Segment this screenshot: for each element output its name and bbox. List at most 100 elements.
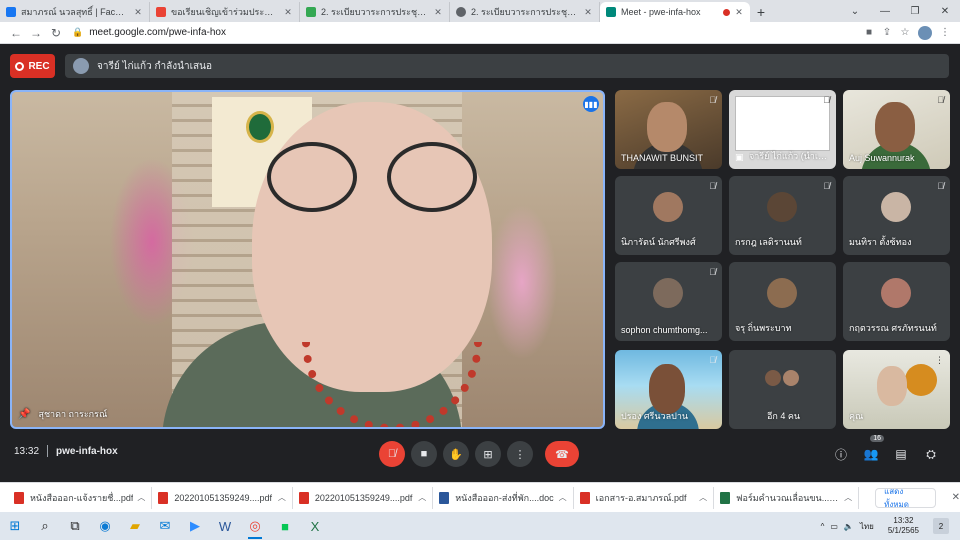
language-indicator[interactable]: ไทย xyxy=(860,520,874,533)
task-view-icon[interactable]: ⧉ xyxy=(60,512,90,540)
camera-button[interactable]: ■ xyxy=(411,441,437,467)
file-explorer-icon[interactable]: ▰ xyxy=(120,512,150,540)
pdf-file-icon xyxy=(14,491,24,504)
tab-drive[interactable]: 2. ระเบียบวาระการประชุมคณะกรรมการ ✕ xyxy=(300,2,450,22)
recording-indicator-icon xyxy=(723,8,730,16)
participant-tile[interactable]: 🎙̸ จารีย์ ไก่แก้ว (นำเสนอ) ▣ xyxy=(729,90,836,169)
self-view-tile[interactable]: ⋮ คุณ xyxy=(843,350,950,429)
logo-sticker xyxy=(905,364,937,396)
notification-center-button[interactable]: 2 xyxy=(933,518,949,534)
share-icon[interactable]: ⇪ xyxy=(878,24,896,42)
meet-icon xyxy=(606,7,616,17)
download-item[interactable]: เอกสาร-อ.สมาภรณ์.pdf ︿ xyxy=(574,486,715,509)
menu-kebab-icon[interactable]: ⋮ xyxy=(936,24,954,42)
volume-icon[interactable]: 🔈 xyxy=(844,522,854,531)
system-tray: ^ ▭ 🔈 ไทย 13:32 5/1/2565 2 xyxy=(818,512,952,540)
participant-tile[interactable]: 🎙̸ Auj Suwannurak xyxy=(843,90,950,169)
lock-icon[interactable]: 🔒 xyxy=(72,27,83,38)
chevron-up-icon[interactable]: ︿ xyxy=(699,492,707,503)
taskbar-clock[interactable]: 13:32 5/1/2565 xyxy=(885,516,922,536)
profile-avatar[interactable] xyxy=(918,25,932,40)
close-downloads-icon[interactable]: ✕ xyxy=(952,492,960,503)
bookmark-star-icon[interactable]: ☆ xyxy=(896,24,914,42)
chevron-up-icon[interactable]: ︿ xyxy=(278,492,286,503)
chevron-up-icon[interactable]: ︿ xyxy=(137,492,145,503)
present-screen-button[interactable]: ⊞ xyxy=(475,441,501,467)
forward-icon[interactable]: → xyxy=(26,24,46,42)
close-window-icon[interactable]: ✕ xyxy=(930,0,960,22)
chrome-icon[interactable]: ◎ xyxy=(240,512,270,540)
close-icon[interactable]: ✕ xyxy=(283,7,293,18)
tab-gmail[interactable]: ขอเรียนเชิญเข้าร่วมประชุมคณะกรรมการ ✕ xyxy=(150,2,300,22)
reload-icon[interactable]: ↻ xyxy=(46,24,66,42)
mail-icon[interactable]: ✉ xyxy=(150,512,180,540)
participant-tile[interactable]: 🎙̸ ปรอง ศรีนวลปาน xyxy=(615,350,722,429)
participant-tile[interactable]: 🎙̸ กรกฎ เลดิรานนท์ xyxy=(729,176,836,255)
participant-face xyxy=(649,364,685,414)
participant-face xyxy=(877,366,907,406)
word-icon[interactable]: W xyxy=(210,512,240,540)
speaking-indicator-icon: ▮▮▮ xyxy=(583,96,599,112)
meeting-side-controls: ⓘ 👥 16 ▤ ⛭ xyxy=(826,435,946,465)
participant-tile[interactable]: 🎙̸ นิภารัตน์ นักศรีพงศ์ xyxy=(615,176,722,255)
main-speaker-name: 📌 สุชาดา ถาระกรณ์ xyxy=(18,408,108,420)
close-icon[interactable]: ✕ xyxy=(133,7,143,18)
tab-search-icon[interactable]: ⌄ xyxy=(840,0,870,22)
leave-call-button[interactable]: ☎ xyxy=(545,441,579,467)
search-icon[interactable]: ⌕ xyxy=(30,512,60,540)
back-icon[interactable]: ← xyxy=(6,24,26,42)
recording-button[interactable]: REC xyxy=(10,54,55,78)
url-text[interactable]: meet.google.com/pwe-infa-hox xyxy=(89,27,226,38)
tab-meet[interactable]: Meet - pwe-infa-hox ✕ xyxy=(600,2,750,22)
new-tab-button[interactable]: + xyxy=(750,2,772,22)
main-speaker-tile[interactable]: ▮▮▮ 📌 สุชาดา ถาระกรณ์ xyxy=(10,90,605,429)
chevron-up-icon[interactable]: ︿ xyxy=(418,492,426,503)
chevron-up-icon[interactable]: ︿ xyxy=(844,492,852,503)
participant-tile[interactable]: กฤตวรรณ ศรภัทรนนท์ xyxy=(843,262,950,341)
tab-facebook[interactable]: สมาภรณ์ นวลสุทธิ์ | Facebook ✕ xyxy=(0,2,150,22)
download-item[interactable]: ฟอร์มคำนวณเลื่อนขน....xlsx ︿ xyxy=(714,486,860,509)
close-icon[interactable]: ✕ xyxy=(583,7,593,18)
more-participants-tile[interactable]: อีก 4 คน xyxy=(729,350,836,429)
line-icon[interactable]: ■ xyxy=(270,512,300,540)
excel-icon[interactable]: X xyxy=(300,512,330,540)
chevron-up-icon[interactable]: ︿ xyxy=(559,492,567,503)
windows-start-icon[interactable]: ⊞ xyxy=(0,512,30,540)
download-item[interactable]: หนังสือออก-ส่งที่พัก....doc ︿ xyxy=(433,486,574,509)
mic-off-button[interactable]: 🎙̸ xyxy=(379,441,405,467)
participant-tile[interactable]: 🎙̸ มนทิรา ตั้งซ้ทอง xyxy=(843,176,950,255)
close-icon[interactable]: ✕ xyxy=(734,7,744,18)
download-item[interactable]: หนังสือออก-แจ้งรายชื่...pdf ︿ xyxy=(8,486,153,509)
raise-hand-button[interactable]: ✋ xyxy=(443,441,469,467)
camera-permission-icon[interactable]: ■ xyxy=(860,24,878,42)
show-all-downloads-button[interactable]: แสดงทั้งหมด xyxy=(875,487,936,509)
download-item[interactable]: 202201051359249....pdf ︿ xyxy=(293,486,434,509)
close-icon[interactable]: ✕ xyxy=(433,7,443,18)
meeting-time: 13:32 xyxy=(14,445,40,457)
chat-button[interactable]: ▤ xyxy=(886,443,916,465)
participant-tile[interactable]: 🎙̸ THANAWIT BUNSIT xyxy=(615,90,722,169)
mic-off-icon: 🎙̸ xyxy=(709,95,716,105)
presenter-text: จารีย์ ไก่แก้ว กำลังนำเสนอ xyxy=(97,60,212,72)
tray-overflow-icon[interactable]: ^ xyxy=(821,522,825,531)
participant-face xyxy=(875,102,915,152)
minimize-icon[interactable]: — xyxy=(870,0,900,22)
activities-button[interactable]: ⛭ xyxy=(916,443,946,465)
tab-web-document[interactable]: 2. ระเบียบวาระการประชุมคณะกรรมการ ✕ xyxy=(450,2,600,22)
presenter-banner[interactable]: จารีย์ ไก่แก้ว กำลังนำเสนอ xyxy=(65,54,949,78)
participant-tile[interactable]: 🎙̸ sophon chumthomg... xyxy=(615,262,722,341)
download-item[interactable]: 202201051359249....pdf ︿ xyxy=(152,486,293,509)
network-icon[interactable]: ▭ xyxy=(830,522,838,531)
edge-icon[interactable]: ◉ xyxy=(90,512,120,540)
drive-icon xyxy=(306,7,316,17)
meeting-details-button[interactable]: ⓘ xyxy=(826,443,856,465)
pin-icon[interactable]: 📌 xyxy=(18,409,30,420)
maximize-icon[interactable]: ❐ xyxy=(900,0,930,22)
zoom-icon[interactable]: ▶ xyxy=(180,512,210,540)
participants-button[interactable]: 👥 16 xyxy=(856,435,886,465)
more-options-icon[interactable]: ⋮ xyxy=(935,355,944,366)
tab-label: Meet - pwe-infa-hox xyxy=(621,7,701,17)
address-bar[interactable]: 🔒 meet.google.com/pwe-infa-hox xyxy=(72,24,854,42)
participant-tile[interactable]: จรุ ถิ่นพระบาท xyxy=(729,262,836,341)
more-options-button[interactable]: ⋮ xyxy=(507,441,533,467)
